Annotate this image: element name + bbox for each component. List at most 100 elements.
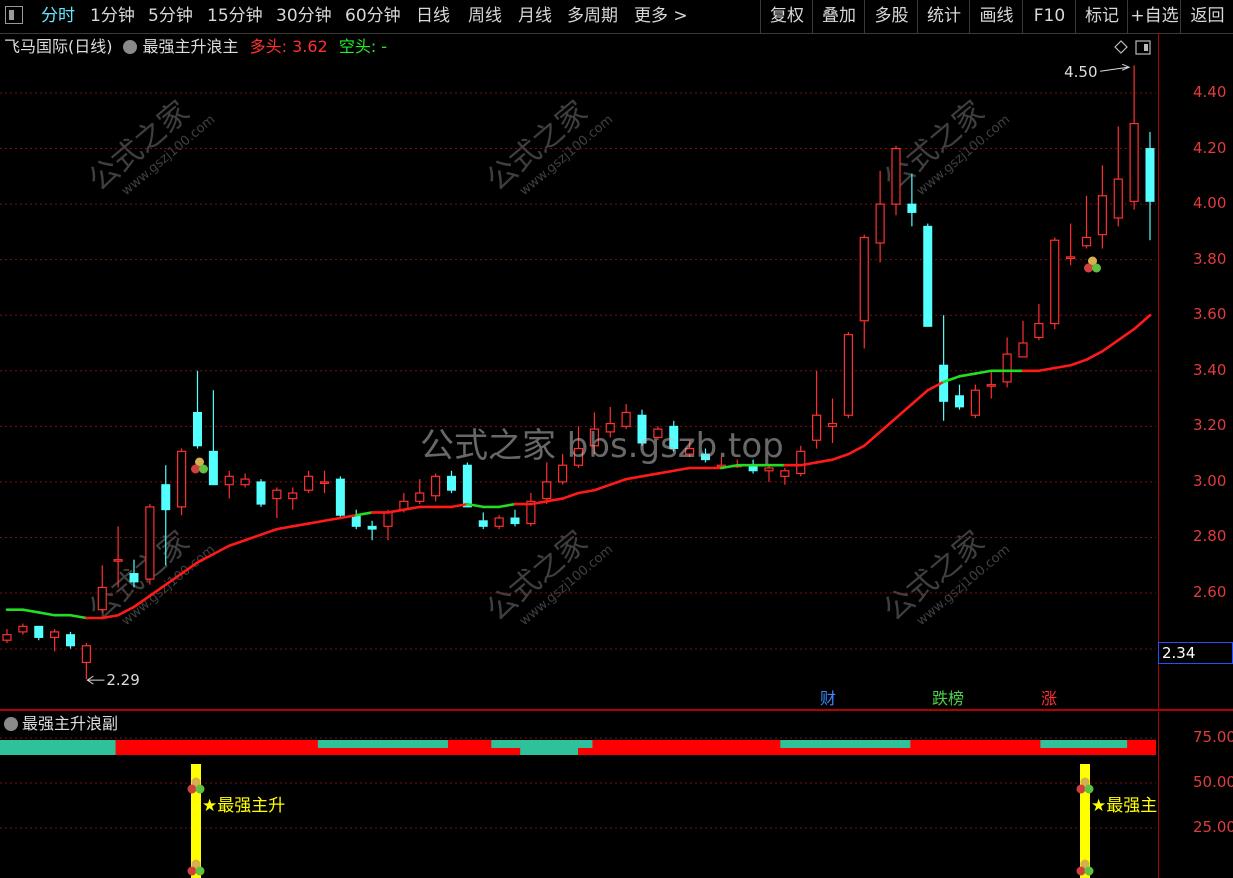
candle-body <box>923 225 933 327</box>
candle-body <box>224 475 234 486</box>
ma-line-segment <box>847 444 866 456</box>
signal-balls <box>1084 784 1094 794</box>
candle-body <box>494 517 504 527</box>
candle-body <box>272 489 282 500</box>
ma-line-segment <box>69 613 88 620</box>
signal-band-segment <box>0 748 116 755</box>
signal-band-segment <box>780 740 911 748</box>
last-price-label: 2.34 <box>1158 642 1233 664</box>
ma-line-segment <box>1069 358 1088 367</box>
price-tick-label: 2.80 <box>1193 527 1227 546</box>
candle-body <box>81 645 91 664</box>
sub-tick-label: 50.00 <box>1193 773 1233 791</box>
ma-line-segment <box>386 508 406 514</box>
candle-body <box>367 525 377 530</box>
ma-line-segment <box>1116 327 1136 342</box>
ma-line-segment <box>354 511 374 517</box>
candle-body <box>1097 195 1107 236</box>
ma-line-segment <box>894 402 914 420</box>
ma-line-segment <box>164 572 183 586</box>
ma-line-segment <box>37 611 56 617</box>
candle-body <box>986 384 996 387</box>
ma-line-segment <box>1085 350 1104 361</box>
price-tick-label: 3.00 <box>1193 471 1227 490</box>
signal-band-segment <box>1040 740 1128 748</box>
price-tick-label: 4.40 <box>1193 83 1227 101</box>
ma-line-segment <box>1132 313 1152 331</box>
candle-body <box>288 492 298 500</box>
event-tag: 财 <box>820 689 836 708</box>
signal-balls <box>187 784 197 794</box>
ma-line-segment <box>1037 366 1057 373</box>
event-tag: 涨 <box>1041 689 1057 708</box>
ma-line-segment <box>593 483 612 492</box>
candle-body <box>955 395 964 408</box>
candle-body <box>240 478 250 486</box>
candle-body <box>447 475 456 491</box>
candle-body <box>161 484 171 511</box>
ma-line-segment <box>497 502 517 509</box>
price-tick-label: 3.40 <box>1193 360 1227 379</box>
candle-body <box>891 147 901 205</box>
candle-body <box>510 517 520 525</box>
candle-body <box>2 634 12 641</box>
signal-balls <box>195 784 205 794</box>
event-tag: 跌榜 <box>932 689 964 708</box>
ma-line-segment <box>307 519 326 525</box>
ma-line-segment <box>100 613 120 620</box>
signal-band-segment <box>0 740 116 748</box>
ma-line-segment <box>608 477 628 486</box>
price-axis: 4.40 4.20 4.00 3.80 3.60 3.40 3.20 3.00 2.80 2.60 <box>1158 33 1233 709</box>
ma-line-segment <box>1101 338 1120 353</box>
candle-body <box>129 573 139 583</box>
candle-body <box>970 389 980 416</box>
signal-balls <box>1076 784 1086 794</box>
candle-body <box>859 236 869 322</box>
ma-line-segment <box>116 605 136 617</box>
ma-line-segment <box>862 430 882 448</box>
candle-body <box>1050 239 1060 325</box>
candle-body <box>875 203 885 244</box>
ma-line-segment <box>910 388 930 406</box>
candle-body <box>1034 322 1044 339</box>
ma-line-segment <box>672 466 691 473</box>
ma-line-segment <box>180 561 199 575</box>
panel-divider <box>0 709 1233 711</box>
price-tick-label: 3.80 <box>1193 249 1227 268</box>
candle-body <box>415 492 425 502</box>
signal-balls <box>195 866 205 876</box>
signal-balls <box>1084 866 1094 876</box>
signal-balls <box>1084 263 1093 273</box>
candle-body <box>542 481 552 500</box>
candle-body <box>256 481 266 505</box>
ma-line-segment <box>624 475 644 481</box>
ma-line-segment <box>291 522 310 528</box>
price-tick-label: 4.20 <box>1193 138 1227 157</box>
ma-line-segment <box>656 469 676 475</box>
candle-body <box>462 464 472 508</box>
candle-body <box>113 559 123 562</box>
candle-body <box>18 625 28 633</box>
price-tick-label: 3.20 <box>1193 416 1227 435</box>
indicator-settings-icon[interactable] <box>4 717 18 731</box>
signal-balls <box>1076 866 1086 876</box>
ma-line-segment <box>878 416 898 434</box>
panel-icon-fill <box>1144 44 1148 51</box>
signal-band-segment <box>520 748 578 755</box>
ma-line-segment <box>577 488 596 495</box>
candle-body <box>193 411 202 447</box>
ma-line-segment <box>243 533 263 542</box>
candle-body <box>319 481 330 484</box>
low-price-annotation: 2.29 <box>106 671 139 689</box>
ma-line-segment <box>958 372 977 378</box>
candle-body <box>208 450 218 486</box>
ma-line-segment <box>148 583 168 598</box>
candle-body <box>796 450 806 475</box>
candle-body <box>177 450 187 508</box>
ma-line-segment <box>323 516 342 523</box>
candle-body <box>50 631 60 639</box>
price-tick-label: 4.00 <box>1193 194 1227 213</box>
ma-line-segment <box>831 452 850 461</box>
ma-line-segment <box>21 608 41 614</box>
center-watermark: 公式之家 bbs.gszb.top <box>420 426 784 466</box>
